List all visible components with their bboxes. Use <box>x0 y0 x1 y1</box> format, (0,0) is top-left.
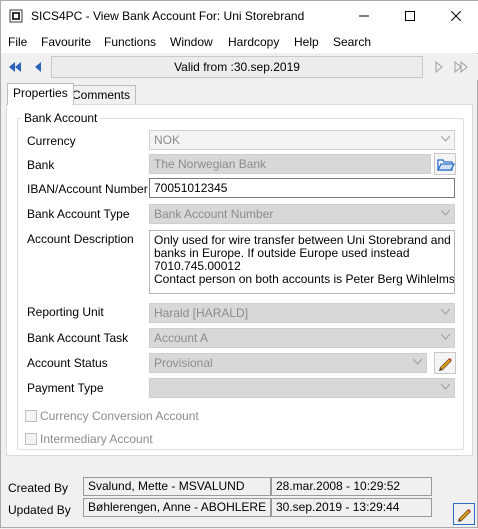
navigation-bar: Valid from :30.sep.2019 <box>1 54 478 80</box>
bank-value: The Norwegian Bank <box>154 157 267 171</box>
currency-label: Currency <box>27 134 76 148</box>
payment-type-select[interactable] <box>149 378 455 398</box>
close-icon <box>451 11 461 21</box>
next-record-icon[interactable] <box>431 59 447 75</box>
window-title: SICS4PC - View Bank Account For: Uni Sto… <box>31 9 305 23</box>
description-line: Contact person on both accounts is Peter… <box>154 272 455 286</box>
chevron-down-icon <box>441 384 450 390</box>
checkbox-box[interactable] <box>25 433 37 445</box>
menu-help[interactable]: Help <box>294 35 319 49</box>
iban-label: IBAN/Account Number <box>27 182 148 196</box>
maximize-button[interactable] <box>387 1 433 31</box>
reporting-unit-value: Harald [HARALD] <box>154 306 249 320</box>
account-type-select[interactable]: Bank Account Number <box>149 204 455 224</box>
intermediary-checkbox[interactable]: Intermediary Account <box>25 432 153 446</box>
menu-bar: File Favourite Functions Window Hardcopy… <box>1 31 478 53</box>
title-bar: SICS4PC - View Bank Account For: Uni Sto… <box>1 1 478 31</box>
updated-by-user: Bøhlerengen, Anne - ABOHLERE <box>83 498 271 517</box>
updated-by-label: Updated By <box>8 503 71 517</box>
audit-footer: Created By Svalund, Mette - MSVALUND 28.… <box>1 467 478 529</box>
account-task-select[interactable]: Account A <box>149 328 455 348</box>
account-task-value: Account A <box>154 331 209 345</box>
account-status-label: Account Status <box>27 356 108 370</box>
menu-hardcopy[interactable]: Hardcopy <box>228 35 279 49</box>
app-icon <box>9 9 23 23</box>
edit-record-icon[interactable] <box>453 503 475 525</box>
payment-type-label: Payment Type <box>27 381 104 395</box>
iban-value: 70051012345 <box>154 181 228 195</box>
menu-functions[interactable]: Functions <box>104 35 156 49</box>
menu-window[interactable]: Window <box>170 35 213 49</box>
checkbox-box[interactable] <box>25 410 37 422</box>
bank-field: The Norwegian Bank <box>149 154 431 174</box>
account-status-select[interactable]: Provisional <box>149 353 427 373</box>
created-date: 28.mar.2008 - 10:29:52 <box>271 477 432 496</box>
folder-icon[interactable] <box>434 153 456 175</box>
account-task-label: Bank Account Task <box>27 331 129 345</box>
group-title: Bank Account <box>21 111 101 125</box>
chevron-down-icon <box>441 136 450 142</box>
previous-record-icon[interactable] <box>30 59 46 75</box>
maximize-icon <box>405 11 415 21</box>
first-record-icon[interactable] <box>7 59 23 75</box>
currency-conversion-label: Currency Conversion Account <box>40 409 199 423</box>
account-status-value: Provisional <box>154 356 213 370</box>
edit-pencil-icon[interactable] <box>434 352 456 374</box>
description-textarea[interactable]: Only used for wire transfer between Uni … <box>149 230 455 294</box>
created-by-user: Svalund, Mette - MSVALUND <box>83 477 271 496</box>
last-record-icon[interactable] <box>453 59 469 75</box>
chevron-down-icon <box>413 359 422 365</box>
updated-date: 30.sep.2019 - 13:29:44 <box>271 498 432 517</box>
bank-label: Bank <box>27 158 55 172</box>
menu-file[interactable]: File <box>8 35 27 49</box>
reporting-unit-label: Reporting Unit <box>27 305 104 319</box>
account-type-label: Bank Account Type <box>27 207 130 221</box>
currency-value: NOK <box>154 133 181 147</box>
chevron-down-icon <box>441 334 450 340</box>
reporting-unit-select[interactable]: Harald [HARALD] <box>149 303 455 323</box>
tab-properties[interactable]: Properties <box>7 83 74 105</box>
menu-search[interactable]: Search <box>333 35 371 49</box>
application-window: SICS4PC - View Bank Account For: Uni Sto… <box>0 0 478 528</box>
created-by-label: Created By <box>8 481 69 495</box>
chevron-down-icon <box>441 210 450 216</box>
description-label: Account Description <box>27 232 134 246</box>
iban-input[interactable]: 70051012345 <box>149 178 455 198</box>
minimize-button[interactable] <box>341 1 387 31</box>
intermediary-label: Intermediary Account <box>40 432 153 446</box>
currency-select[interactable]: NOK <box>149 130 455 150</box>
minimize-icon <box>359 15 369 17</box>
chevron-down-icon <box>441 309 450 315</box>
menu-favourite[interactable]: Favourite <box>41 35 91 49</box>
account-type-value: Bank Account Number <box>154 207 274 221</box>
tab-comments[interactable]: Comments <box>66 85 137 104</box>
currency-conversion-checkbox[interactable]: Currency Conversion Account <box>25 409 199 423</box>
close-button[interactable] <box>433 1 478 31</box>
valid-from-display: Valid from :30.sep.2019 <box>51 56 423 78</box>
